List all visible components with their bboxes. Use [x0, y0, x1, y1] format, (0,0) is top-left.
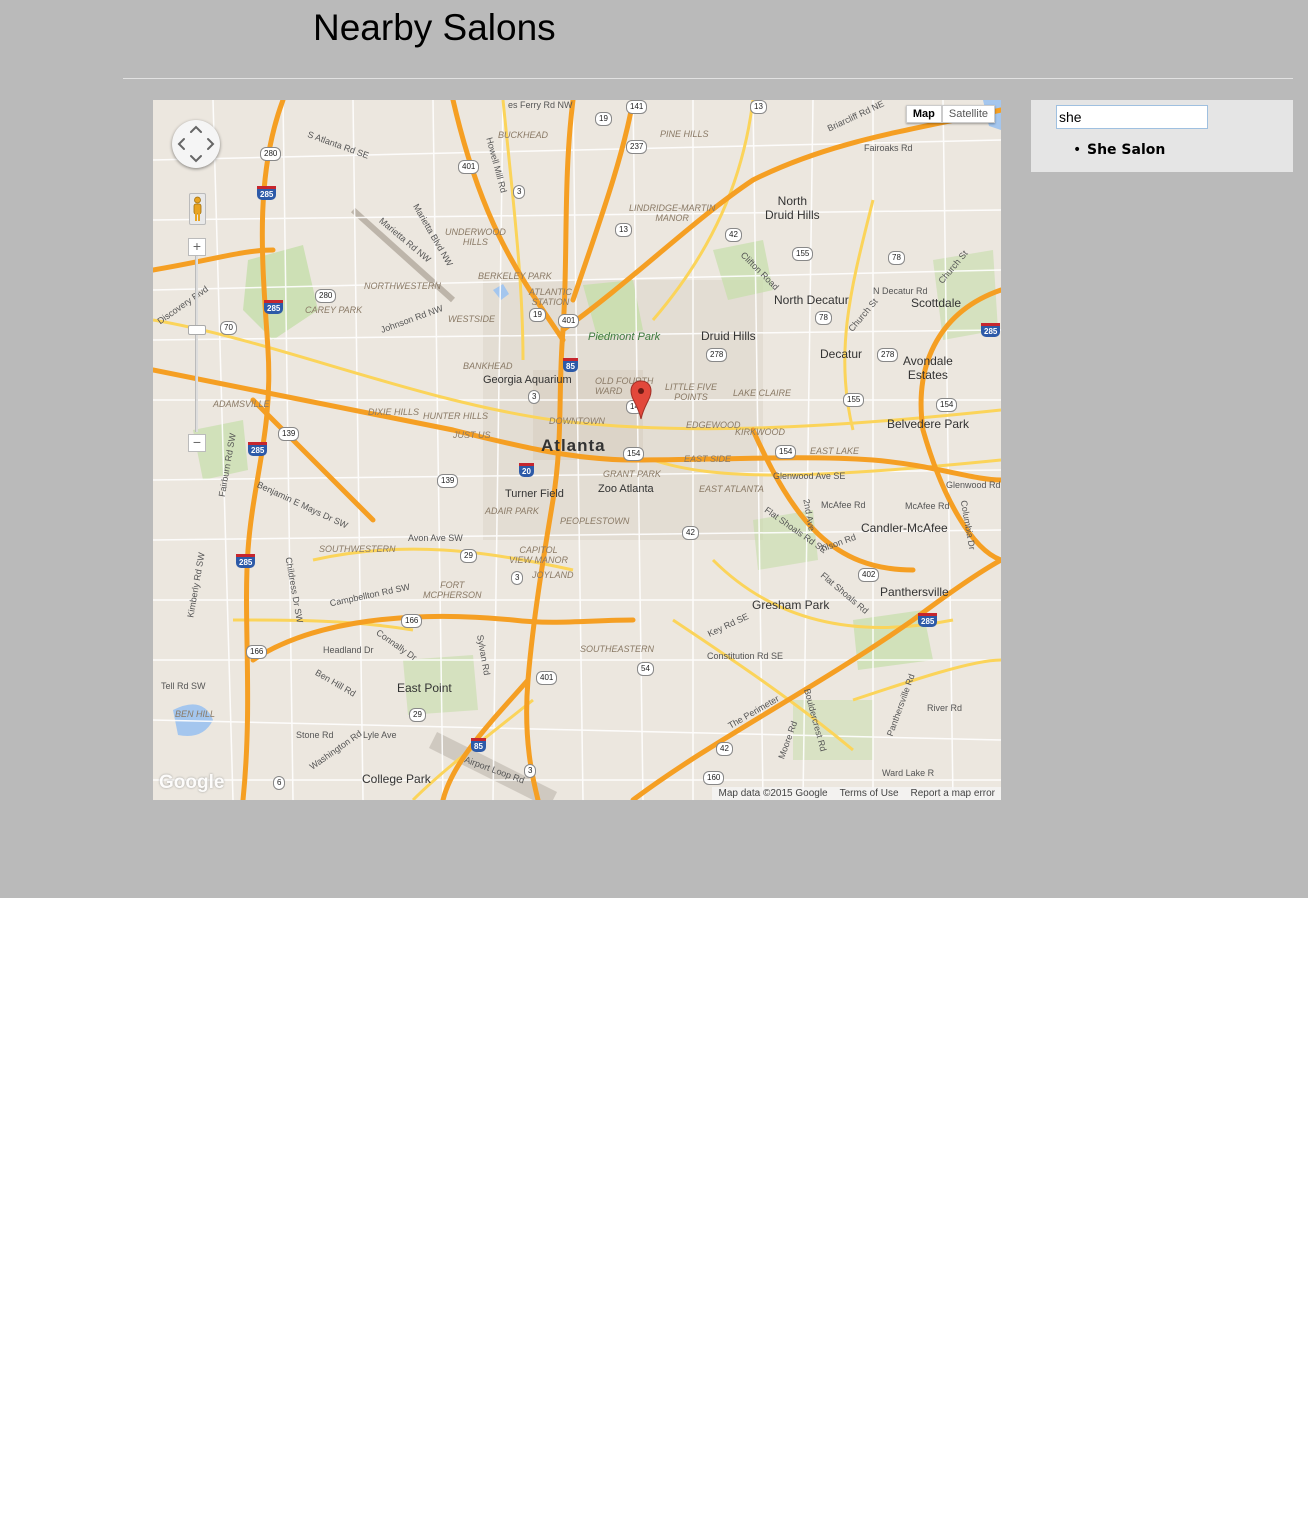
zoom-slider-track[interactable] — [195, 256, 198, 432]
map-attribution: Map data ©2015 Google Terms of Use Repor… — [712, 787, 1001, 800]
search-sidebar: She Salon — [1031, 100, 1293, 172]
zoom-in-button[interactable]: + — [188, 238, 206, 256]
pan-control[interactable] — [172, 120, 220, 168]
search-results-list: She Salon — [1073, 142, 1165, 158]
zoom-out-button[interactable]: − — [188, 434, 206, 452]
map-type-control: Map Satellite — [905, 105, 995, 123]
search-result-item[interactable]: She Salon — [1073, 142, 1165, 158]
google-logo[interactable]: Google — [159, 772, 224, 794]
salon-search-input[interactable] — [1056, 105, 1208, 129]
pan-arrows-icon — [177, 125, 215, 163]
page-background: Nearby Salons Atlanta North Druid Hills … — [0, 0, 1308, 898]
map-data-credit: Map data ©2015 Google — [718, 788, 828, 799]
title-divider — [123, 78, 1293, 79]
map-view[interactable]: Atlanta North Druid Hills North Decatur … — [153, 100, 1001, 800]
zoom-slider-handle[interactable] — [188, 325, 206, 335]
map-type-satellite-button[interactable]: Satellite — [941, 105, 995, 123]
report-map-error-link[interactable]: Report a map error — [911, 788, 995, 799]
location-marker[interactable] — [630, 380, 652, 420]
map-type-map-button[interactable]: Map — [905, 105, 942, 123]
map-base-layer — [153, 100, 1001, 800]
terms-of-use-link[interactable]: Terms of Use — [840, 788, 899, 799]
street-view-pegman-icon[interactable] — [189, 193, 206, 225]
page-title: Nearby Salons — [313, 7, 556, 48]
